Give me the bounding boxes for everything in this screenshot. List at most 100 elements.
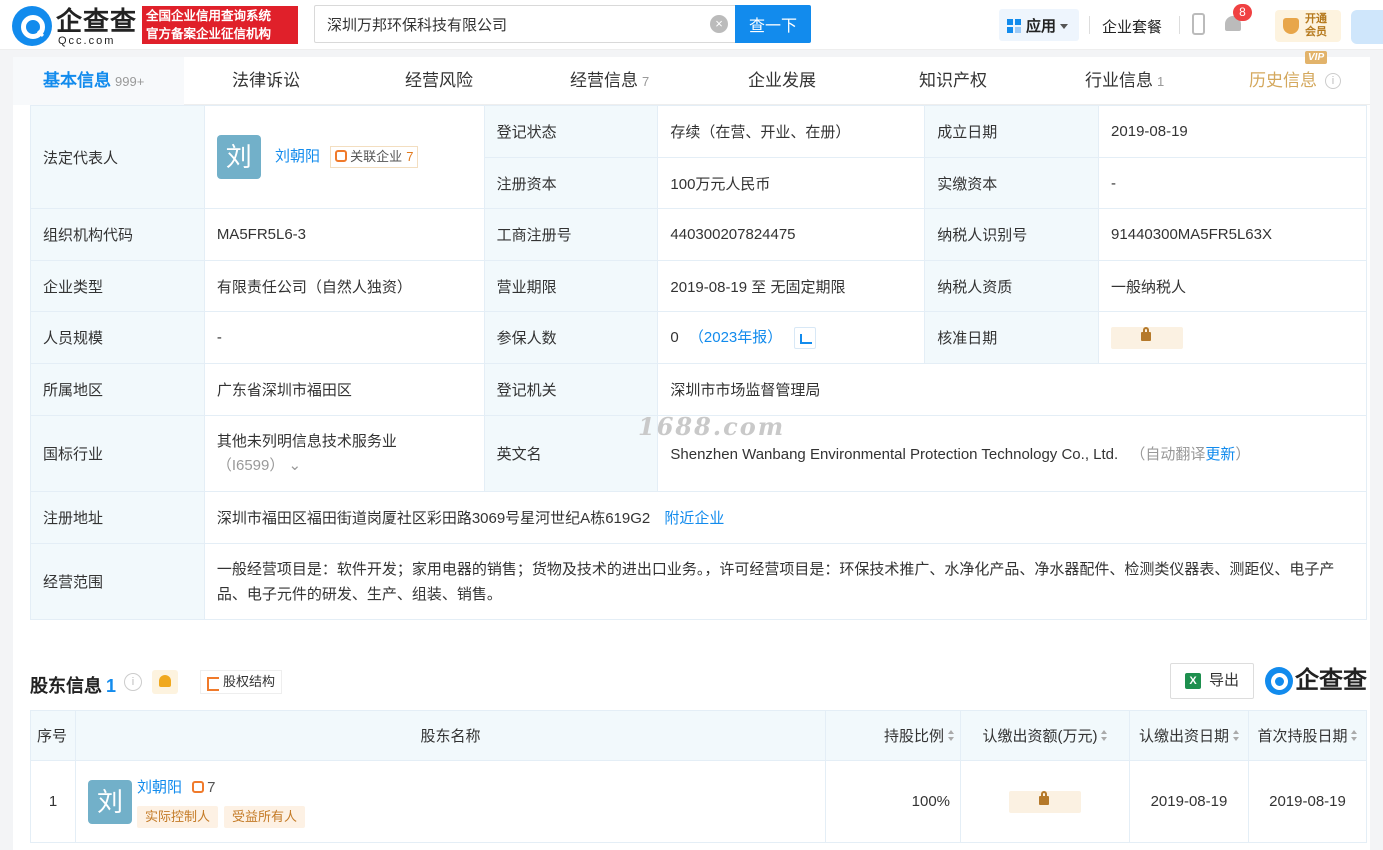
region-value: 广东省深圳市福田区 (203, 363, 485, 416)
reg-authority-value: 深圳市市场监督管理局 (657, 363, 1367, 416)
sort-icon (948, 730, 955, 742)
sort-icon (1232, 730, 1239, 742)
taxpayer-id-label: 纳税人识别号 (924, 208, 1100, 261)
reg-capital-label: 注册资本 (483, 157, 659, 209)
related-count[interactable]: 7 (192, 779, 216, 796)
vip-line2: 会员 (1305, 26, 1327, 38)
sub-amount-cell (960, 760, 1130, 843)
table-header-row: 序号 股东名称 持股比例 认缴出资额(万元) 认缴出资日期 首次持股日期 (30, 710, 1368, 761)
phone-icon[interactable] (1192, 13, 1205, 35)
top-bar: 企查查 Qcc.com 全国企业信用查询系统 官方备案企业征信机构 × 查一下 … (0, 0, 1383, 50)
slogan-line2: 官方备案企业征信机构 (146, 27, 272, 41)
search-input[interactable] (315, 6, 695, 42)
logo-subtitle: Qcc.com (58, 35, 116, 47)
found-date-label: 成立日期 (924, 105, 1100, 158)
slogan-badge: 全国企业信用查询系统 官方备案企业征信机构 (142, 6, 298, 44)
section-tabs: 基本信息 999+ 法律诉讼 经营风险 经营信息 7 企业发展 知识产权 行业信息 1… (13, 51, 1370, 105)
divider (1089, 16, 1090, 34)
logo-icon (12, 6, 52, 46)
tab-legal[interactable]: 法律诉讼 (232, 57, 300, 105)
trend-chart-icon[interactable] (794, 327, 817, 350)
equity-structure-button[interactable]: 股权结构 (200, 670, 283, 694)
english-name-label: 英文名 (483, 415, 659, 492)
tab-industry[interactable]: 行业信息 1 (1085, 57, 1164, 105)
col-ratio[interactable]: 持股比例 (825, 710, 962, 761)
notification-badge: 8 (1233, 4, 1252, 21)
insured-value: 0 (670, 328, 679, 346)
beneficial-owner-tag: 受益所有人 (224, 805, 306, 828)
tab-history[interactable]: VIP 历史信息 i (1249, 51, 1341, 105)
first-date-value: 2019-08-19 (1247, 760, 1368, 843)
avatar[interactable]: 刘 (216, 135, 261, 179)
auto-translate-note: （自动翻译 (1130, 446, 1206, 463)
shareholders-title: 股东信息 1 (30, 676, 117, 696)
chevron-down-icon (1060, 24, 1069, 29)
tab-ip[interactable]: 知识产权 (919, 57, 987, 105)
taxpayer-qual-value: 一般纳税人 (1098, 260, 1367, 312)
shareholder-name-link[interactable]: 刘朝阳 (137, 779, 182, 796)
lock-icon (1141, 326, 1152, 341)
tab-risk[interactable]: 经营风险 (405, 57, 473, 105)
table-row: 1 刘 刘朝阳 7 实际控制人 受益所有人 100% 2019-08-19 201… (30, 760, 1368, 843)
avatar[interactable]: 刘 (87, 779, 132, 824)
user-avatar[interactable] (1351, 10, 1383, 44)
app-menu-button[interactable]: 应用 (999, 9, 1079, 41)
legal-rep-name-link[interactable]: 刘朝阳 (275, 148, 320, 165)
watermark-text: 1688.com (638, 412, 786, 441)
lock-icon (1038, 790, 1049, 805)
company-type-value: 有限责任公司（自然人独资） (203, 260, 485, 312)
legal-rep-label: 法定代表人 (30, 105, 205, 209)
export-button[interactable]: 导出 (1170, 663, 1254, 699)
logo-text: 企查查 (1295, 667, 1367, 694)
app-label: 应用 (1026, 18, 1057, 35)
biz-term-value: 2019-08-19 至 无固定期限 (657, 260, 926, 312)
info-icon[interactable]: i (124, 673, 142, 691)
region-label: 所属地区 (30, 363, 205, 416)
clear-icon[interactable]: × (710, 15, 728, 33)
main-panel: 法定代表人 刘 刘朝阳 关联企业 7 登记状态 存续（在营、开业、在册） 成立日期… (13, 105, 1370, 850)
industry-code-toggle[interactable]: （I6599） ⌄ (217, 454, 472, 478)
tab-development[interactable]: 企业发展 (748, 57, 816, 105)
vip-tag: VIP (1305, 51, 1328, 64)
address-value: 深圳市福田区福田街道岗厦社区彩田路3069号星河世纪A栋619G2 (216, 510, 651, 527)
nearby-companies-link[interactable]: 附近企业 (664, 510, 724, 527)
row-index: 1 (30, 760, 76, 843)
logo-icon (1265, 667, 1293, 695)
search-box: × (314, 5, 736, 43)
address-label: 注册地址 (30, 491, 205, 544)
vip-locked-value[interactable] (1008, 790, 1081, 813)
auto-translate-end: ） (1235, 446, 1251, 463)
sort-icon (1351, 730, 1358, 742)
annual-report-link[interactable]: （2023年报） (689, 329, 782, 346)
english-name-value: Shenzhen Wanbang Environmental Protectio… (670, 446, 1119, 463)
open-vip-button[interactable]: 开通 会员 (1275, 10, 1341, 42)
update-translation-link[interactable]: 更新 (1205, 446, 1235, 463)
vip-line1: 开通 (1305, 13, 1327, 25)
industry-value: 其他未列明信息技术服务业 (216, 432, 397, 450)
biz-reg-no-value: 440300207824475 (657, 208, 926, 261)
monitor-bell-icon[interactable] (152, 670, 178, 694)
col-first-date[interactable]: 首次持股日期 (1247, 710, 1368, 761)
qcc-logo[interactable]: 企查查 Qcc.com (12, 6, 140, 47)
tab-operation[interactable]: 经营信息 7 (570, 57, 649, 105)
paid-capital-label: 实缴资本 (924, 157, 1100, 209)
scope-label: 经营范围 (30, 543, 205, 620)
company-type-label: 企业类型 (30, 260, 205, 312)
enterprise-package-link[interactable]: 企业套餐 (1102, 16, 1162, 37)
col-sub-date[interactable]: 认缴出资日期 (1128, 710, 1249, 761)
vip-locked-value[interactable] (1111, 326, 1184, 349)
basic-info-table: 法定代表人 刘 刘朝阳 关联企业 7 登记状态 存续（在营、开业、在册） 成立日期… (30, 105, 1368, 620)
found-date-value: 2019-08-19 (1098, 105, 1367, 158)
approve-date-label: 核准日期 (924, 311, 1100, 364)
related-companies-tag[interactable]: 关联企业 7 (330, 145, 419, 168)
tab-basic-info[interactable]: 基本信息 999+ (13, 57, 184, 105)
search-button[interactable]: 查一下 (735, 5, 811, 43)
col-sub-amount[interactable]: 认缴出资额(万元) (960, 710, 1130, 761)
grid-icon (1007, 19, 1021, 33)
approve-date-cell (1098, 311, 1367, 364)
col-name: 股东名称 (74, 710, 827, 761)
reg-capital-value: 100万元人民币 (657, 157, 926, 209)
info-icon[interactable]: i (1325, 73, 1341, 89)
relation-icon (192, 780, 205, 793)
relation-icon (335, 149, 348, 162)
